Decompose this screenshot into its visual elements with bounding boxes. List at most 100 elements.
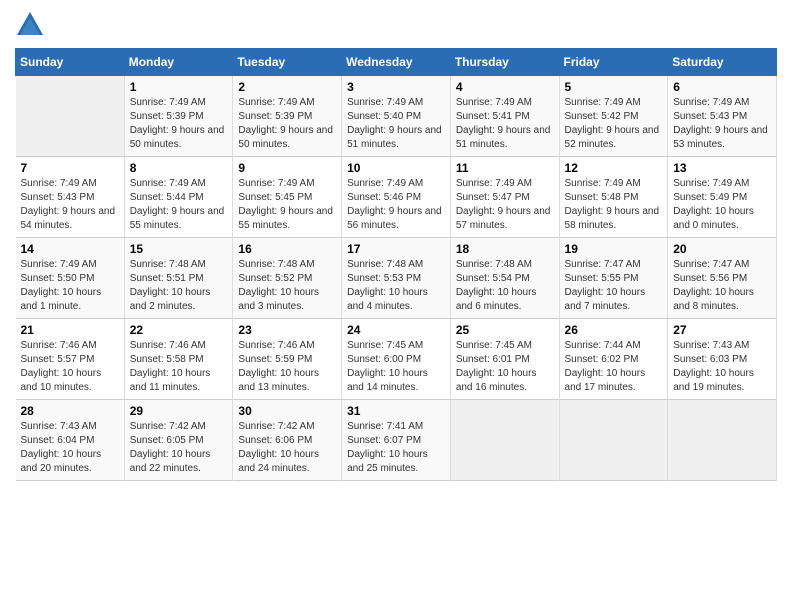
day-info: Sunrise: 7:43 AMSunset: 6:04 PMDaylight:…: [21, 421, 102, 474]
calendar-cell: 10 Sunrise: 7:49 AMSunset: 5:46 PMDaylig…: [342, 157, 451, 238]
calendar-week-row: 28 Sunrise: 7:43 AMSunset: 6:04 PMDaylig…: [16, 400, 777, 481]
day-number: 30: [238, 404, 336, 418]
day-info: Sunrise: 7:45 AMSunset: 6:00 PMDaylight:…: [347, 340, 428, 393]
logo-icon: [15, 10, 45, 40]
calendar-cell: 16 Sunrise: 7:48 AMSunset: 5:52 PMDaylig…: [233, 238, 342, 319]
weekday-header-row: SundayMondayTuesdayWednesdayThursdayFrid…: [16, 49, 777, 76]
day-info: Sunrise: 7:49 AMSunset: 5:50 PMDaylight:…: [21, 259, 102, 312]
weekday-header-tuesday: Tuesday: [233, 49, 342, 76]
weekday-header-monday: Monday: [124, 49, 233, 76]
calendar-cell: 21 Sunrise: 7:46 AMSunset: 5:57 PMDaylig…: [16, 319, 125, 400]
day-number: 6: [673, 80, 771, 94]
calendar-cell: 23 Sunrise: 7:46 AMSunset: 5:59 PMDaylig…: [233, 319, 342, 400]
weekday-header-saturday: Saturday: [668, 49, 777, 76]
calendar-cell: 9 Sunrise: 7:49 AMSunset: 5:45 PMDayligh…: [233, 157, 342, 238]
day-info: Sunrise: 7:48 AMSunset: 5:54 PMDaylight:…: [456, 259, 537, 312]
weekday-header-friday: Friday: [559, 49, 668, 76]
day-number: 12: [565, 161, 663, 175]
day-info: Sunrise: 7:49 AMSunset: 5:42 PMDaylight:…: [565, 97, 660, 150]
day-info: Sunrise: 7:49 AMSunset: 5:49 PMDaylight:…: [673, 178, 754, 231]
day-number: 5: [565, 80, 663, 94]
day-number: 22: [130, 323, 228, 337]
calendar-cell: 6 Sunrise: 7:49 AMSunset: 5:43 PMDayligh…: [668, 76, 777, 157]
weekday-header-wednesday: Wednesday: [342, 49, 451, 76]
day-info: Sunrise: 7:49 AMSunset: 5:43 PMDaylight:…: [673, 97, 768, 150]
day-number: 16: [238, 242, 336, 256]
day-info: Sunrise: 7:46 AMSunset: 5:59 PMDaylight:…: [238, 340, 319, 393]
day-number: 7: [21, 161, 119, 175]
day-number: 3: [347, 80, 445, 94]
calendar-cell: 12 Sunrise: 7:49 AMSunset: 5:48 PMDaylig…: [559, 157, 668, 238]
day-number: 18: [456, 242, 554, 256]
page-header: [15, 10, 777, 40]
calendar-cell: 26 Sunrise: 7:44 AMSunset: 6:02 PMDaylig…: [559, 319, 668, 400]
day-number: 19: [565, 242, 663, 256]
day-number: 17: [347, 242, 445, 256]
calendar-cell: 25 Sunrise: 7:45 AMSunset: 6:01 PMDaylig…: [450, 319, 559, 400]
day-info: Sunrise: 7:49 AMSunset: 5:44 PMDaylight:…: [130, 178, 225, 231]
calendar-table: SundayMondayTuesdayWednesdayThursdayFrid…: [15, 48, 777, 481]
calendar-cell: 30 Sunrise: 7:42 AMSunset: 6:06 PMDaylig…: [233, 400, 342, 481]
day-number: 26: [565, 323, 663, 337]
day-number: 10: [347, 161, 445, 175]
day-number: 11: [456, 161, 554, 175]
weekday-header-thursday: Thursday: [450, 49, 559, 76]
calendar-cell: [450, 400, 559, 481]
day-info: Sunrise: 7:46 AMSunset: 5:58 PMDaylight:…: [130, 340, 211, 393]
day-info: Sunrise: 7:49 AMSunset: 5:41 PMDaylight:…: [456, 97, 551, 150]
day-number: 23: [238, 323, 336, 337]
calendar-cell: [668, 400, 777, 481]
day-info: Sunrise: 7:49 AMSunset: 5:40 PMDaylight:…: [347, 97, 442, 150]
calendar-cell: 17 Sunrise: 7:48 AMSunset: 5:53 PMDaylig…: [342, 238, 451, 319]
day-info: Sunrise: 7:48 AMSunset: 5:52 PMDaylight:…: [238, 259, 319, 312]
calendar-cell: 5 Sunrise: 7:49 AMSunset: 5:42 PMDayligh…: [559, 76, 668, 157]
calendar-cell: 29 Sunrise: 7:42 AMSunset: 6:05 PMDaylig…: [124, 400, 233, 481]
day-info: Sunrise: 7:49 AMSunset: 5:43 PMDaylight:…: [21, 178, 116, 231]
day-number: 14: [21, 242, 119, 256]
day-number: 29: [130, 404, 228, 418]
day-info: Sunrise: 7:48 AMSunset: 5:51 PMDaylight:…: [130, 259, 211, 312]
day-number: 8: [130, 161, 228, 175]
weekday-header-sunday: Sunday: [16, 49, 125, 76]
day-info: Sunrise: 7:42 AMSunset: 6:05 PMDaylight:…: [130, 421, 211, 474]
calendar-cell: 19 Sunrise: 7:47 AMSunset: 5:55 PMDaylig…: [559, 238, 668, 319]
day-number: 13: [673, 161, 771, 175]
day-info: Sunrise: 7:45 AMSunset: 6:01 PMDaylight:…: [456, 340, 537, 393]
day-info: Sunrise: 7:47 AMSunset: 5:55 PMDaylight:…: [565, 259, 646, 312]
calendar-cell: 31 Sunrise: 7:41 AMSunset: 6:07 PMDaylig…: [342, 400, 451, 481]
calendar-cell: 4 Sunrise: 7:49 AMSunset: 5:41 PMDayligh…: [450, 76, 559, 157]
day-number: 28: [21, 404, 119, 418]
day-number: 24: [347, 323, 445, 337]
day-number: 4: [456, 80, 554, 94]
calendar-week-row: 1 Sunrise: 7:49 AMSunset: 5:39 PMDayligh…: [16, 76, 777, 157]
day-number: 1: [130, 80, 228, 94]
calendar-cell: 27 Sunrise: 7:43 AMSunset: 6:03 PMDaylig…: [668, 319, 777, 400]
calendar-cell: 8 Sunrise: 7:49 AMSunset: 5:44 PMDayligh…: [124, 157, 233, 238]
day-number: 27: [673, 323, 771, 337]
day-info: Sunrise: 7:49 AMSunset: 5:46 PMDaylight:…: [347, 178, 442, 231]
calendar-cell: [16, 76, 125, 157]
day-info: Sunrise: 7:49 AMSunset: 5:48 PMDaylight:…: [565, 178, 660, 231]
day-info: Sunrise: 7:41 AMSunset: 6:07 PMDaylight:…: [347, 421, 428, 474]
day-number: 21: [21, 323, 119, 337]
day-number: 2: [238, 80, 336, 94]
day-info: Sunrise: 7:47 AMSunset: 5:56 PMDaylight:…: [673, 259, 754, 312]
calendar-cell: 7 Sunrise: 7:49 AMSunset: 5:43 PMDayligh…: [16, 157, 125, 238]
logo: [15, 10, 49, 40]
calendar-cell: 3 Sunrise: 7:49 AMSunset: 5:40 PMDayligh…: [342, 76, 451, 157]
calendar-week-row: 21 Sunrise: 7:46 AMSunset: 5:57 PMDaylig…: [16, 319, 777, 400]
day-info: Sunrise: 7:49 AMSunset: 5:45 PMDaylight:…: [238, 178, 333, 231]
calendar-week-row: 7 Sunrise: 7:49 AMSunset: 5:43 PMDayligh…: [16, 157, 777, 238]
calendar-cell: 13 Sunrise: 7:49 AMSunset: 5:49 PMDaylig…: [668, 157, 777, 238]
day-info: Sunrise: 7:42 AMSunset: 6:06 PMDaylight:…: [238, 421, 319, 474]
calendar-cell: 2 Sunrise: 7:49 AMSunset: 5:39 PMDayligh…: [233, 76, 342, 157]
calendar-cell: [559, 400, 668, 481]
calendar-week-row: 14 Sunrise: 7:49 AMSunset: 5:50 PMDaylig…: [16, 238, 777, 319]
day-info: Sunrise: 7:49 AMSunset: 5:47 PMDaylight:…: [456, 178, 551, 231]
day-number: 31: [347, 404, 445, 418]
calendar-cell: 20 Sunrise: 7:47 AMSunset: 5:56 PMDaylig…: [668, 238, 777, 319]
day-info: Sunrise: 7:49 AMSunset: 5:39 PMDaylight:…: [130, 97, 225, 150]
calendar-cell: 28 Sunrise: 7:43 AMSunset: 6:04 PMDaylig…: [16, 400, 125, 481]
calendar-cell: 22 Sunrise: 7:46 AMSunset: 5:58 PMDaylig…: [124, 319, 233, 400]
day-info: Sunrise: 7:46 AMSunset: 5:57 PMDaylight:…: [21, 340, 102, 393]
